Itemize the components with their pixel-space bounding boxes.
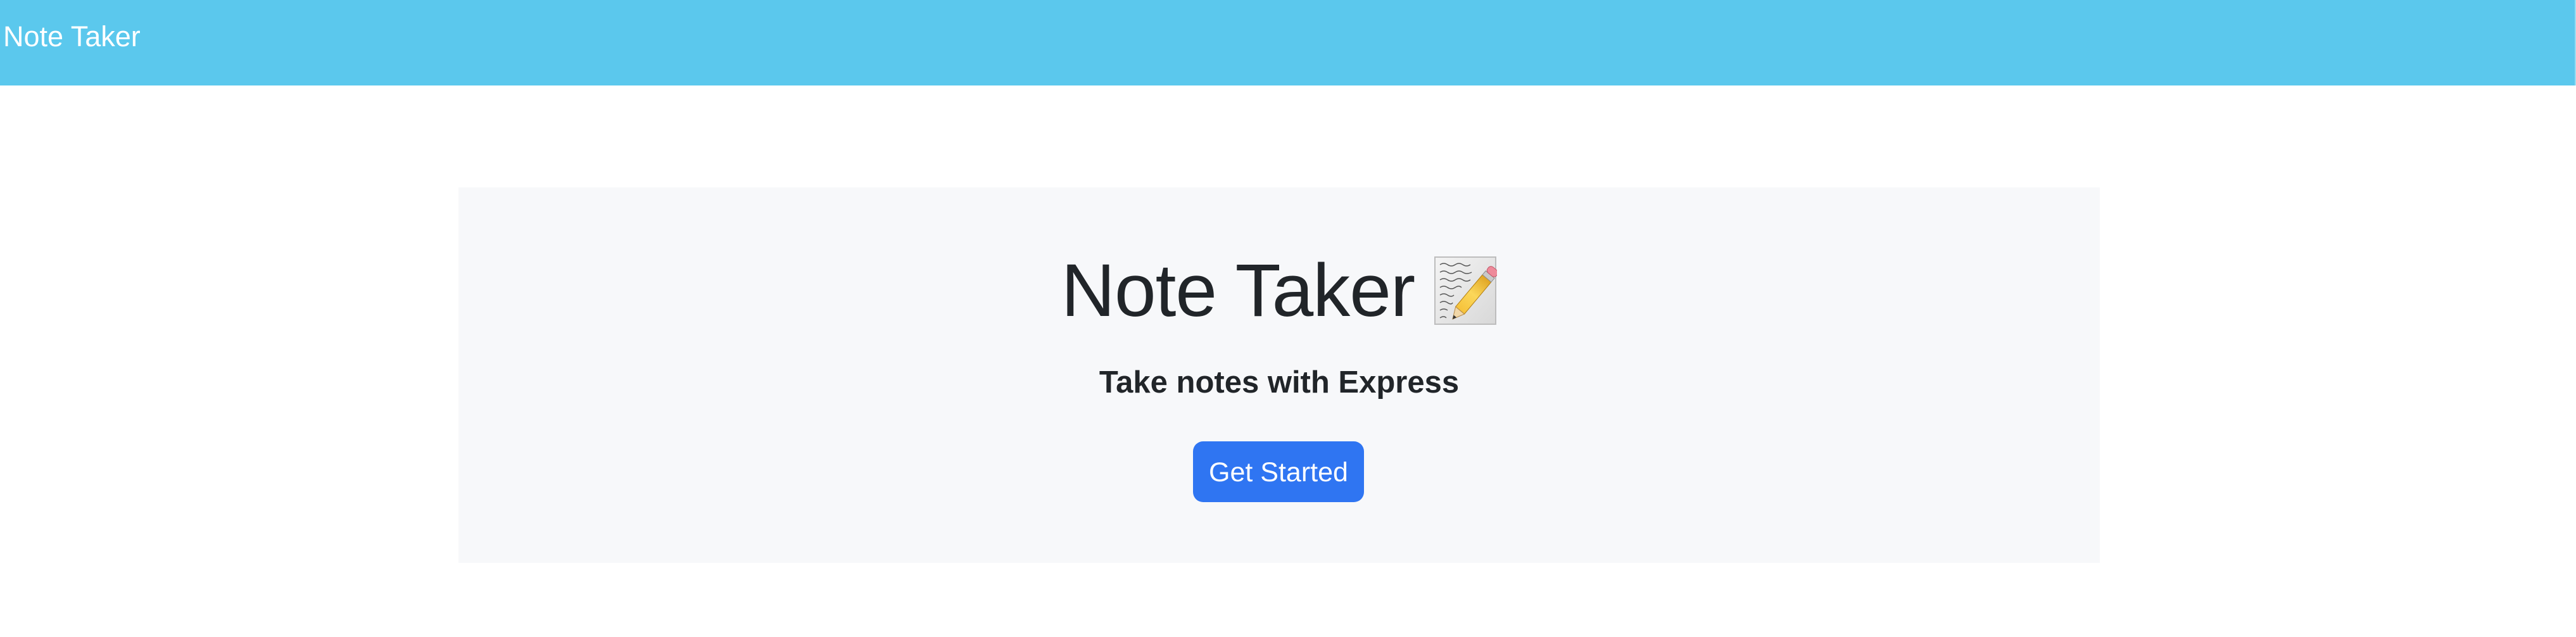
hero-jumbotron: Note Taker Take notes with Express Get S…	[458, 187, 2100, 563]
top-navbar: Note Taker	[0, 0, 2576, 85]
navbar-brand[interactable]: Note Taker	[3, 19, 141, 54]
get-started-button[interactable]: Get Started	[1193, 441, 1364, 502]
page-title: Note Taker	[1061, 249, 1415, 332]
hero-subtitle: Take notes with Express	[1099, 365, 1460, 400]
hero-title-row: Note Taker	[458, 249, 2100, 332]
memo-pencil-icon	[1434, 256, 1499, 325]
